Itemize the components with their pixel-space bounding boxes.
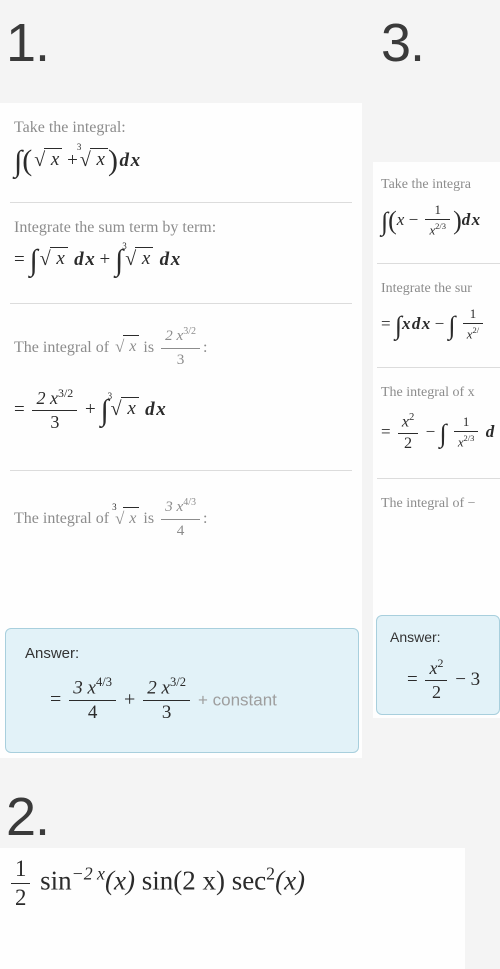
- step-3d: The integral of −: [373, 479, 500, 524]
- answer-1-term1-sup: 4/3: [95, 675, 112, 689]
- problem-2-sin-exponent: −2 x: [71, 863, 105, 884]
- step-3-frac-num: 2 x: [165, 327, 184, 345]
- step-3-label-middle: is: [143, 339, 155, 357]
- answer-1-term1-den: 4: [69, 700, 116, 724]
- problem-2-sin2: sin(2 x): [141, 865, 225, 896]
- answer-3-equals: =: [407, 668, 418, 690]
- step-3-fraction: 2 x3/2 3: [161, 325, 201, 371]
- answer-box-problem-1: Answer: = 3 x4/3 4 + 2 x3/2 3 + constant: [5, 628, 359, 753]
- answer-box-problem-3: Answer: = x2 2 − 3: [376, 615, 500, 715]
- answer-3-expression: = x2 2 − 3: [377, 645, 499, 704]
- step-3b-label: Integrate the sur: [381, 281, 472, 297]
- step-4-frac-num: 3 x: [165, 498, 184, 516]
- answer-1-equals: =: [50, 688, 62, 711]
- step-4-radicand: x: [129, 509, 137, 527]
- step-1-expression: ∫(√ x +3 √ x) d x: [14, 141, 141, 178]
- step-4-radical-index: 3: [112, 501, 117, 512]
- problem-2-expression: 1 2 sin−2 x(x) sin(2 x) sec2(x): [8, 856, 305, 911]
- answer-3-title: Answer:: [390, 629, 441, 645]
- answer-3-term-1: x2 2: [425, 656, 448, 703]
- answer-1-term2-den: 3: [143, 700, 190, 724]
- step-4-label-middle: is: [143, 510, 155, 528]
- section-number-2: 2.: [6, 787, 50, 847]
- answer-1-plus: +: [123, 688, 136, 711]
- step-3c-label: The integral of x: [381, 385, 475, 401]
- answer-3-term1-den: 2: [425, 680, 448, 703]
- answer-1-term2-sup: 3/2: [169, 675, 186, 689]
- answer-1-term-2: 2 x3/2 3: [143, 675, 190, 724]
- answer-3-minus: − 3: [455, 668, 481, 690]
- step-3a: Take the integra ∫(x − 1 x2/3)d x: [373, 162, 500, 249]
- answer-1-term-1: 3 x4/3 4: [69, 675, 116, 724]
- answer-1-term1-num: 3 x: [73, 677, 96, 699]
- answer-3-term1-sup: 2: [437, 656, 444, 670]
- problem-2-frac-den: 2: [11, 883, 31, 911]
- step-4-label-suffix: :: [203, 510, 208, 528]
- section-number-3: 3.: [381, 13, 425, 73]
- step-2: Integrate the sum term by term: = ∫ √ x d…: [0, 203, 362, 282]
- step-4: The integral of 3 √ x is 3 x4/3 4 :: [0, 471, 362, 552]
- step-1-label: Take the integral:: [14, 119, 126, 136]
- step-3d-label: The integral of −: [381, 495, 476, 511]
- step-1: Take the integral: ∫(√ x +3 √ x) d x: [0, 103, 362, 182]
- answer-1-term2-num: 2 x: [147, 677, 170, 699]
- problem-2-frac-num: 1: [15, 856, 27, 881]
- step-4-frac-num-sup: 4/3: [183, 497, 197, 509]
- answer-1-title: Answer:: [25, 645, 80, 662]
- step-3-expression: = 2 x3/2 3 + ∫ 3 √ x d x: [14, 386, 166, 433]
- step-4-label: The integral of 3 √ x is 3 x4/3 4 :: [14, 497, 348, 542]
- step-4-frac-den: 4: [161, 518, 201, 542]
- section-number-1: 1.: [6, 13, 50, 73]
- step-3a-label: Take the integra: [381, 177, 471, 192]
- step-2-expression: = ∫ √ x d x + ∫ 3 √ x d x: [14, 241, 181, 278]
- step-4-fraction: 3 x4/3 4: [161, 496, 201, 542]
- step-3a-expression: ∫(x − 1 x2/3)d x: [381, 201, 481, 238]
- step-4-label-prefix: The integral of: [14, 510, 110, 528]
- problem-2-sec-exponent: 2: [266, 863, 276, 884]
- step-3: The integral of √ x is 2 x3/2 3 : = 2 x3…: [0, 304, 362, 444]
- step-3-frac-num-sup: 3/2: [183, 326, 197, 338]
- worksheet-page: 1. 3. 2. Take the integral: ∫(√ x +3 √ x)…: [0, 0, 500, 969]
- problem-2-sec: sec: [231, 865, 267, 896]
- answer-1-constant: + constant: [197, 690, 277, 710]
- step-3-frac-den: 3: [161, 347, 201, 371]
- answer-1-expression: = 3 x4/3 4 + 2 x3/2 3 + constant: [6, 662, 358, 725]
- step-3-label: The integral of √ x is 2 x3/2 3 :: [14, 326, 348, 371]
- problem-2-arg-2: (x): [275, 865, 306, 896]
- problem-2-sin: sin: [40, 865, 72, 896]
- problem-2-arg-1: (x): [104, 865, 135, 896]
- step-3-label-suffix: :: [203, 339, 208, 357]
- step-3c: The integral of x = x2 2 − ∫ 1 x2/3 d: [373, 368, 500, 463]
- step-2-label: Integrate the sum term by term:: [14, 218, 217, 236]
- step-3c-expression: = x2 2 − ∫ 1 x2/3 d: [381, 412, 495, 452]
- problem-2-coefficient: 1 2: [11, 856, 31, 911]
- step-3b: Integrate the sur = ∫x d x − ∫ 1 x2/: [373, 264, 500, 353]
- step-3-label-prefix: The integral of: [14, 339, 110, 357]
- step-3b-expression: = ∫x d x − ∫ 1 x2/: [381, 306, 500, 343]
- step-3-radicand: x: [129, 338, 137, 356]
